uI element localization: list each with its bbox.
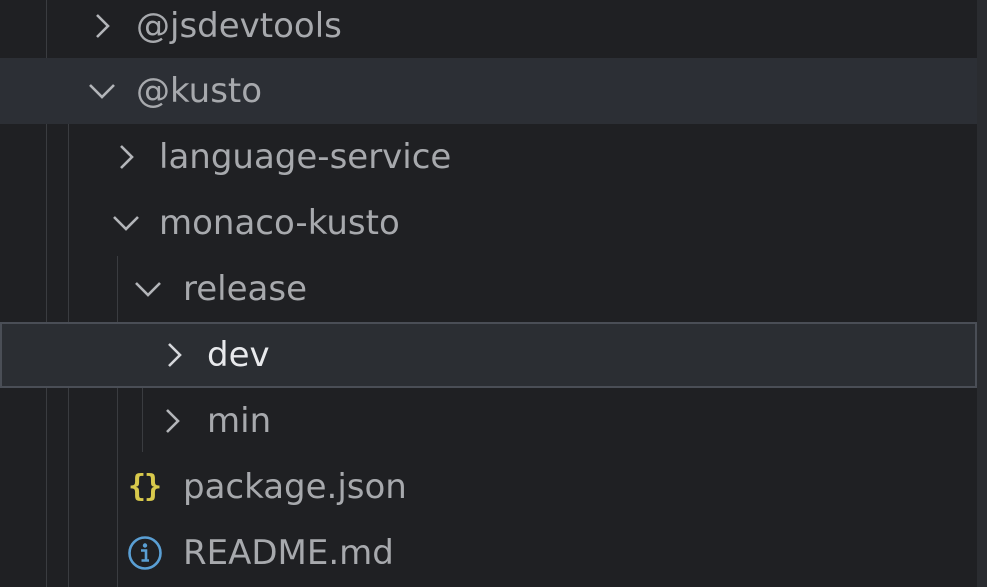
tree-item-label: release bbox=[183, 269, 307, 309]
tree-item-label: monaco-kusto bbox=[159, 203, 400, 243]
tree-item-package-json[interactable]: {} package.json bbox=[0, 454, 977, 520]
tree-item-monaco-kusto[interactable]: monaco-kusto bbox=[0, 190, 977, 256]
tree-item-min[interactable]: min bbox=[0, 388, 977, 454]
chevron-right-icon bbox=[154, 403, 190, 439]
chevron-down-icon bbox=[130, 271, 166, 307]
tree-item-label: dev bbox=[207, 335, 270, 375]
info-icon bbox=[127, 535, 163, 571]
tree-item-label: language-service bbox=[159, 137, 452, 177]
scrollbar[interactable] bbox=[977, 0, 987, 587]
chevron-right-icon bbox=[108, 139, 144, 175]
chevron-right-icon bbox=[156, 337, 192, 373]
chevron-down-icon bbox=[108, 205, 144, 241]
tree-item-release[interactable]: release bbox=[0, 256, 977, 322]
tree-item-language-service[interactable]: language-service bbox=[0, 124, 977, 190]
json-braces-icon: {} bbox=[128, 469, 162, 504]
file-explorer-tree: @jsdevtools @kusto language-service mona… bbox=[0, 0, 987, 587]
chevron-down-icon bbox=[84, 73, 120, 109]
tree-item-label: @jsdevtools bbox=[136, 6, 342, 46]
tree-item-kusto[interactable]: @kusto bbox=[0, 58, 977, 124]
tree-item-label: @kusto bbox=[136, 71, 263, 111]
tree-item-dev[interactable]: dev bbox=[0, 322, 977, 388]
tree-item-readme[interactable]: README.md bbox=[0, 520, 977, 586]
chevron-right-icon bbox=[84, 8, 120, 44]
tree-item-label: min bbox=[207, 401, 272, 441]
tree-item-jsdevtools[interactable]: @jsdevtools bbox=[0, 0, 977, 59]
tree-item-label: package.json bbox=[183, 467, 407, 507]
tree-item-label: README.md bbox=[183, 533, 394, 573]
